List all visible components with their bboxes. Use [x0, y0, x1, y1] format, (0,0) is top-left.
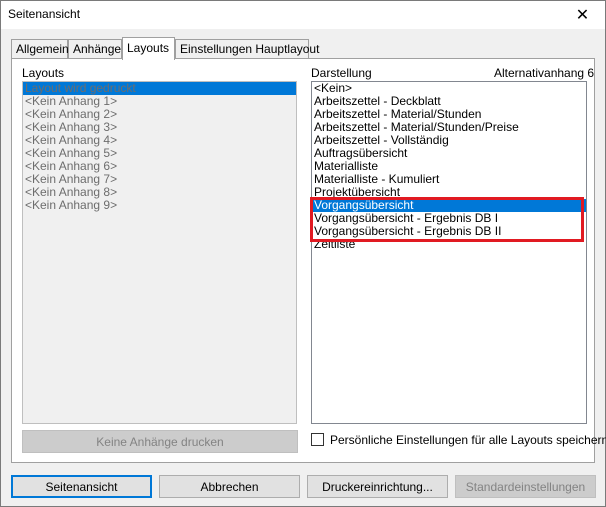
no-attachments-button[interactable]: Keine Anhänge drucken [22, 430, 298, 453]
defaults-button[interactable]: Standardeinstellungen [455, 475, 596, 498]
tab-panel-layouts: Layouts Layout wird gedruckt <Kein Anhan… [11, 58, 606, 463]
darstellung-listbox[interactable]: <Kein> Arbeitszettel - Deckblatt Arbeits… [311, 81, 587, 424]
printer-setup-button[interactable]: Druckereinrichtung... [307, 475, 448, 498]
layouts-listbox[interactable]: Layout wird gedruckt <Kein Anhang 1> <Ke… [22, 81, 297, 424]
list-item[interactable]: Zeitliste [312, 238, 586, 251]
tab-layouts[interactable]: Layouts [122, 37, 175, 60]
close-button[interactable]: ✕ [560, 1, 605, 29]
preview-button[interactable]: Seitenansicht [11, 475, 152, 498]
layouts-label: Layouts [22, 66, 65, 80]
cancel-button[interactable]: Abbrechen [159, 475, 300, 498]
close-icon: ✕ [575, 7, 590, 24]
title-bar: Seitenansicht ✕ [1, 1, 605, 29]
window-title: Seitenansicht [8, 7, 81, 21]
tab-anhaenge[interactable]: Anhänge [68, 39, 122, 59]
save-settings-label: Persönliche Einstellungen für alle Layou… [330, 433, 606, 447]
tab-einstellungen-hauptlayout[interactable]: Einstellungen Hauptlayout [175, 39, 319, 59]
list-item[interactable]: <Kein Anhang 9> [23, 199, 296, 212]
dialog-window: Seitenansicht ✕ Allgemein Anhänge Layout… [0, 0, 606, 507]
save-settings-checkbox[interactable] [311, 433, 324, 446]
darstellung-label: Darstellung [311, 66, 372, 80]
alternative-attachment-label: Alternativanhang 6 [494, 66, 595, 80]
tab-allgemein[interactable]: Allgemein [11, 39, 69, 59]
